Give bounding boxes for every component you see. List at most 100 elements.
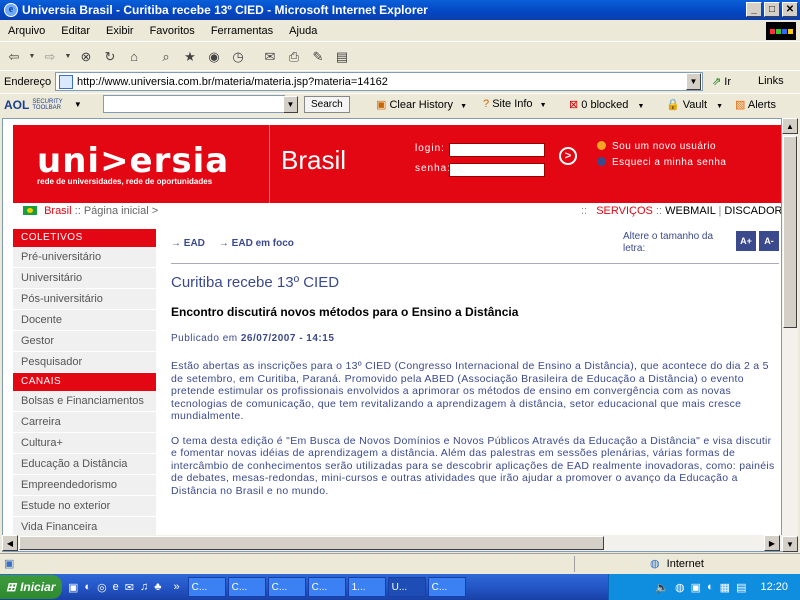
- task-button[interactable]: 1...: [347, 577, 386, 597]
- aol-search-dropdown-icon[interactable]: ▼: [283, 96, 298, 113]
- menu-editar[interactable]: Editar: [53, 25, 98, 37]
- section-link-ead-em-foco[interactable]: → EAD em foco: [219, 238, 294, 249]
- tray-icon[interactable]: ◍: [675, 581, 685, 594]
- window-titlebar[interactable]: e Universia Brasil - Curitiba recebe 13º…: [0, 0, 800, 20]
- header-divider: [269, 125, 270, 203]
- published-info: Publicado em 26/07/2007 - 14:15: [171, 333, 335, 344]
- menu-ajuda[interactable]: Ajuda: [281, 25, 325, 37]
- forgot-password-link[interactable]: Esqueci a minha senha: [597, 157, 726, 168]
- password-input[interactable]: [449, 163, 545, 177]
- tray-icon[interactable]: ▦: [720, 581, 730, 594]
- quicklaunch-ie-icon[interactable]: e: [113, 581, 119, 593]
- nav-item-universitario[interactable]: Universitário: [13, 268, 156, 289]
- history-icon[interactable]: ◷: [228, 47, 248, 67]
- menu-exibir[interactable]: Exibir: [98, 25, 142, 37]
- quicklaunch-icon[interactable]: ▣: [68, 581, 78, 594]
- nav-item-pesquisador[interactable]: Pesquisador: [13, 352, 156, 373]
- page-viewport[interactable]: uni>ersia rede de universidades, rede de…: [2, 118, 782, 552]
- breadcrumb-home[interactable]: Brasil: [44, 205, 72, 217]
- alerts-button[interactable]: ▧ Alerts: [735, 98, 776, 111]
- horizontal-scrollbar[interactable]: ◀ ▶: [2, 535, 782, 551]
- task-button[interactable]: C...: [267, 577, 306, 597]
- section-link-ead[interactable]: → EAD: [171, 238, 205, 249]
- scroll-right-icon[interactable]: ▶: [764, 535, 780, 551]
- volume-icon[interactable]: 🔈: [655, 581, 669, 594]
- universia-logo[interactable]: uni>ersia: [37, 141, 229, 181]
- quicklaunch-icon[interactable]: ◎: [97, 581, 107, 594]
- login-input[interactable]: [449, 143, 545, 157]
- maximize-button[interactable]: □: [764, 2, 780, 17]
- nav-item-gestor[interactable]: Gestor: [13, 331, 156, 352]
- discador-link[interactable]: DISCADOR: [724, 205, 781, 217]
- login-go-button[interactable]: >: [559, 147, 577, 165]
- back-icon[interactable]: ⇦: [4, 47, 24, 67]
- breadcrumb: Brasil :: Página inicial >: [23, 205, 158, 217]
- edit-icon[interactable]: ✎: [308, 47, 328, 67]
- aol-search-button[interactable]: Search: [304, 96, 350, 113]
- go-button[interactable]: ⇗ Ir: [712, 75, 731, 88]
- task-button[interactable]: C...: [227, 577, 266, 597]
- hscroll-thumb[interactable]: [19, 536, 604, 550]
- mail-icon[interactable]: ✉: [260, 47, 280, 67]
- tray-icon[interactable]: ◐: [707, 581, 714, 593]
- clear-history-button[interactable]: ▣ Clear History ▼: [376, 98, 467, 111]
- vault-button[interactable]: 🔒 Vault ▼: [666, 98, 723, 111]
- nav-item-bolsas[interactable]: Bolsas e Financiamentos: [13, 391, 156, 412]
- new-user-link[interactable]: Sou um novo usuário: [597, 141, 716, 152]
- nav-item-cultura[interactable]: Cultura+: [13, 433, 156, 454]
- close-button[interactable]: ✕: [782, 2, 798, 17]
- discuss-icon[interactable]: ▤: [332, 47, 352, 67]
- scroll-thumb[interactable]: [783, 136, 797, 328]
- scroll-up-icon[interactable]: ▲: [782, 118, 798, 134]
- address-dropdown-icon[interactable]: ▼: [686, 73, 701, 90]
- tray-icon[interactable]: ▣: [691, 581, 701, 594]
- back-dropdown-icon[interactable]: ▼: [28, 47, 36, 67]
- menu-ferramentas[interactable]: Ferramentas: [203, 25, 281, 37]
- task-button-active[interactable]: U...: [387, 577, 426, 597]
- scroll-left-icon[interactable]: ◀: [2, 535, 18, 551]
- nav-item-educacao-distancia[interactable]: Educação a Distância: [13, 454, 156, 475]
- address-input[interactable]: http://www.universia.com.br/materia/mate…: [55, 72, 703, 91]
- favorites-icon[interactable]: ★: [180, 47, 200, 67]
- home-icon[interactable]: ⌂: [124, 47, 144, 67]
- nav-item-pos-universitario[interactable]: Pós-universitário: [13, 289, 156, 310]
- tray-icon[interactable]: ▤: [736, 581, 746, 594]
- forward-dropdown-icon[interactable]: ▼: [64, 47, 72, 67]
- refresh-icon[interactable]: ↻: [100, 47, 120, 67]
- task-button[interactable]: C...: [187, 577, 226, 597]
- quicklaunch-icon[interactable]: ✉: [125, 581, 134, 594]
- nav-item-estude-exterior[interactable]: Estude no exterior: [13, 496, 156, 517]
- minimize-button[interactable]: _: [746, 2, 762, 17]
- nav-item-carreira[interactable]: Carreira: [13, 412, 156, 433]
- nav-item-empreendedorismo[interactable]: Empreendedorismo: [13, 475, 156, 496]
- aol-menu-dropdown-icon[interactable]: ▼: [70, 96, 85, 113]
- search-icon[interactable]: ⌕: [156, 47, 176, 67]
- vertical-scrollbar[interactable]: ▲ ▼: [782, 118, 798, 552]
- print-icon[interactable]: ⎙: [284, 47, 304, 67]
- nav-item-docente[interactable]: Docente: [13, 310, 156, 331]
- popup-blocked-button[interactable]: ⊠ 0 blocked ▼: [569, 98, 644, 111]
- forward-icon[interactable]: ⇨: [40, 47, 60, 67]
- font-decrease-button[interactable]: A-: [759, 231, 779, 251]
- address-url: http://www.universia.com.br/materia/mate…: [77, 75, 388, 88]
- start-button[interactable]: ⊞ Iniciar: [0, 575, 62, 599]
- nav-item-pre-universitario[interactable]: Pré-universitário: [13, 247, 156, 268]
- stop-icon[interactable]: ⊗: [76, 47, 96, 67]
- links-button[interactable]: Links: [758, 75, 784, 87]
- quicklaunch-icon[interactable]: ♫: [140, 581, 148, 593]
- task-button[interactable]: C...: [307, 577, 346, 597]
- webmail-link[interactable]: WEBMAIL: [665, 205, 715, 217]
- quicklaunch-icon[interactable]: ◐: [84, 581, 91, 593]
- site-info-button[interactable]: ? Site Info ▼: [483, 98, 547, 110]
- quicklaunch-more-icon[interactable]: »: [173, 581, 179, 593]
- media-icon[interactable]: ◉: [204, 47, 224, 67]
- menu-arquivo[interactable]: Arquivo: [0, 25, 53, 37]
- breadcrumb-page[interactable]: Página inicial >: [84, 205, 158, 217]
- login-label: login:: [415, 143, 445, 154]
- font-increase-button[interactable]: A+: [736, 231, 756, 251]
- quicklaunch-icon[interactable]: ♣: [154, 581, 161, 593]
- task-button[interactable]: C...: [427, 577, 466, 597]
- aol-search-input[interactable]: [103, 95, 285, 113]
- scroll-down-icon[interactable]: ▼: [782, 536, 798, 552]
- menu-favoritos[interactable]: Favoritos: [142, 25, 203, 37]
